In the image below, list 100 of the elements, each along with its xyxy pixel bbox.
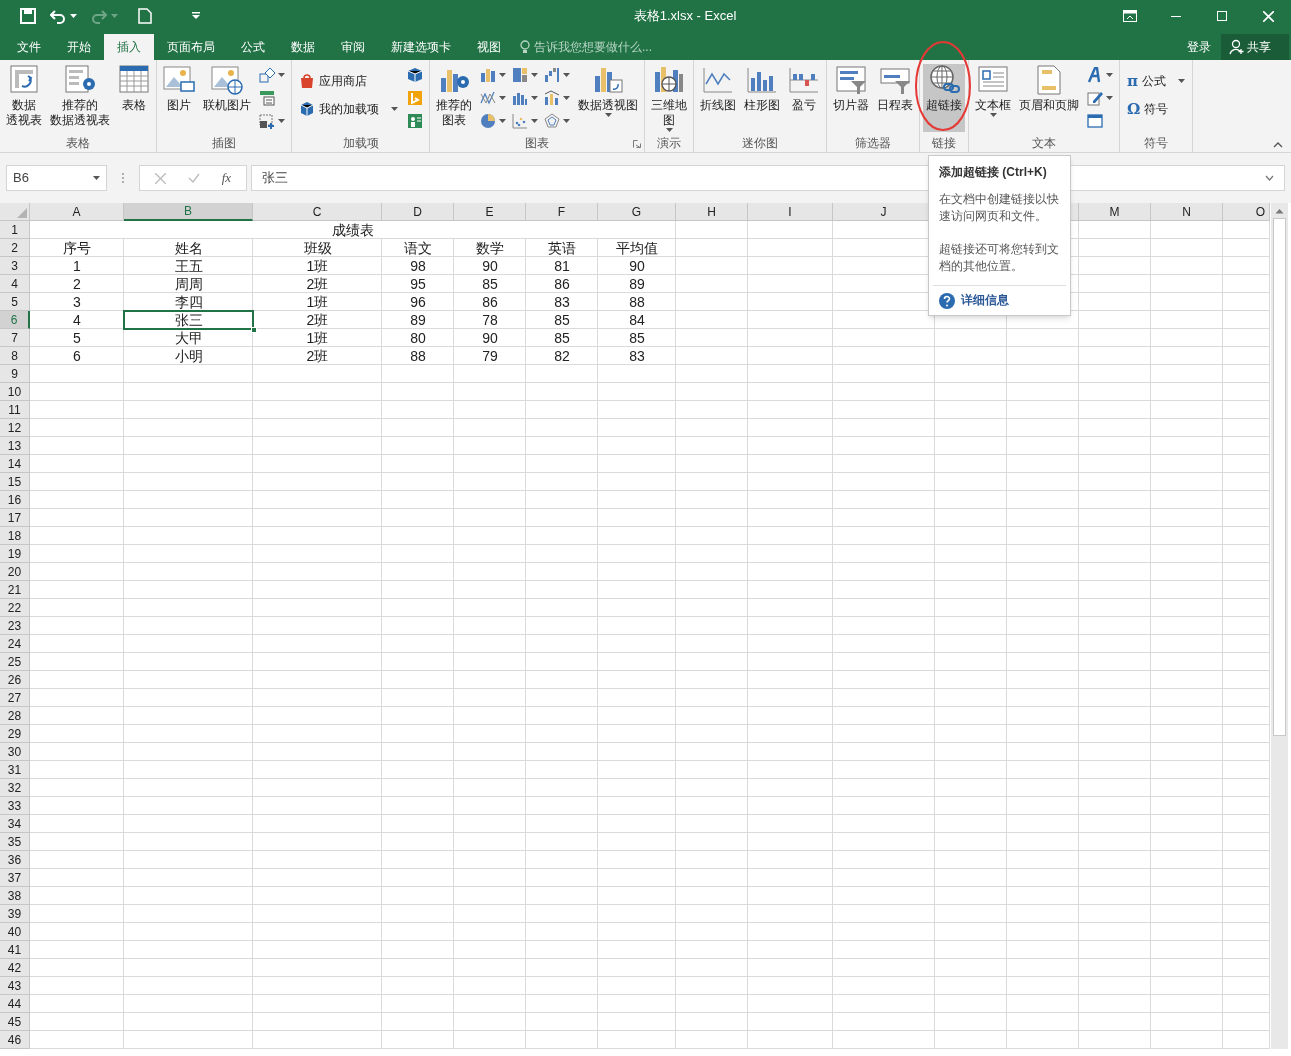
- column-header[interactable]: H: [676, 203, 748, 221]
- radar-chart-icon[interactable]: [544, 112, 560, 129]
- row-header[interactable]: 23: [0, 617, 30, 635]
- screenshot-icon[interactable]: [259, 112, 275, 129]
- slicer-icon[interactable]: [835, 64, 867, 96]
- ribbon-button[interactable]: 图片: [160, 64, 198, 132]
- ribbon-button[interactable]: 三维地 图: [648, 64, 690, 132]
- column-header[interactable]: C: [253, 203, 382, 221]
- row-header[interactable]: 29: [0, 725, 30, 743]
- ribbon-display-options-icon[interactable]: [1123, 10, 1137, 22]
- table-cell[interactable]: 4: [30, 311, 124, 329]
- ribbon-button[interactable]: 切片器: [830, 64, 872, 132]
- row-header[interactable]: 32: [0, 779, 30, 797]
- caret-icon[interactable]: [70, 14, 77, 18]
- table-cell[interactable]: 1班: [253, 293, 382, 311]
- row-header[interactable]: 43: [0, 977, 30, 995]
- row-header[interactable]: 26: [0, 671, 30, 689]
- table-cell[interactable]: 81: [526, 257, 598, 275]
- table-cell[interactable]: 95: [382, 275, 454, 293]
- ribbon-button[interactable]: π 公式: [1125, 70, 1187, 92]
- table-cell[interactable]: 88: [598, 293, 676, 311]
- table-cell[interactable]: 89: [382, 311, 454, 329]
- row-header[interactable]: 19: [0, 545, 30, 563]
- table-cell[interactable]: 78: [454, 311, 526, 329]
- combo-chart-icon[interactable]: [544, 89, 560, 106]
- row-header[interactable]: 20: [0, 563, 30, 581]
- shapes-icon[interactable]: [259, 66, 275, 83]
- table-cell[interactable]: 86: [454, 293, 526, 311]
- ribbon-button[interactable]: 柱形图: [741, 64, 783, 132]
- row-header[interactable]: 39: [0, 905, 30, 923]
- caret-icon[interactable]: [665, 128, 673, 132]
- row-header[interactable]: 42: [0, 959, 30, 977]
- row-header[interactable]: 24: [0, 635, 30, 653]
- save-icon[interactable]: [20, 8, 36, 24]
- ribbon-button[interactable]: 盈亏: [785, 64, 823, 132]
- table-cell[interactable]: 85: [598, 329, 676, 347]
- row-header[interactable]: 41: [0, 941, 30, 959]
- caret-icon[interactable]: [499, 118, 506, 123]
- table-cell[interactable]: 2班: [253, 311, 382, 329]
- table-cell[interactable]: 小明: [124, 347, 253, 365]
- ribbon-button[interactable]: 我的加载项: [297, 98, 400, 120]
- people-chart-icon[interactable]: [407, 112, 423, 129]
- table-cell[interactable]: 85: [526, 311, 598, 329]
- recommended-pivot-icon[interactable]: [64, 64, 96, 96]
- table-cell[interactable]: 1班: [253, 329, 382, 347]
- row-header[interactable]: 13: [0, 437, 30, 455]
- row-header[interactable]: 11: [0, 401, 30, 419]
- row-header[interactable]: 22: [0, 599, 30, 617]
- table-cell[interactable]: 5: [30, 329, 124, 347]
- sign-in-button[interactable]: 登录: [1177, 34, 1221, 60]
- ribbon-tab[interactable]: 插入: [104, 34, 154, 60]
- column-header[interactable]: N: [1151, 203, 1223, 221]
- table-cell[interactable]: 1: [30, 257, 124, 275]
- caret-icon[interactable]: [391, 107, 398, 111]
- row-header[interactable]: 16: [0, 491, 30, 509]
- cube-icon[interactable]: [407, 66, 423, 83]
- ribbon-tab[interactable]: 文件: [4, 34, 54, 60]
- row-header[interactable]: 3: [0, 257, 30, 275]
- row-header[interactable]: 35: [0, 833, 30, 851]
- row-header[interactable]: 7: [0, 329, 30, 347]
- ribbon-button[interactable]: 推荐的 数据透视表: [47, 64, 113, 132]
- customize-icon[interactable]: [192, 12, 200, 20]
- table-cell[interactable]: 6: [30, 347, 124, 365]
- caret-icon[interactable]: [93, 176, 100, 180]
- scrollbar-thumb[interactable]: [1273, 218, 1286, 736]
- column-header[interactable]: G: [598, 203, 676, 221]
- table-cell[interactable]: 3: [30, 293, 124, 311]
- insert-function-button[interactable]: fx: [221, 168, 232, 188]
- table-cell[interactable]: 80: [382, 329, 454, 347]
- row-header[interactable]: 2: [0, 239, 30, 257]
- ribbon-tab[interactable]: 审阅: [328, 34, 378, 60]
- name-box[interactable]: B6: [6, 165, 107, 191]
- row-header[interactable]: 28: [0, 707, 30, 725]
- ribbon-tab[interactable]: 新建选项卡: [378, 34, 464, 60]
- ribbon-tab[interactable]: 页面布局: [154, 34, 228, 60]
- ribbon-button[interactable]: Ω 符号: [1125, 98, 1187, 120]
- table-cell[interactable]: 大甲: [124, 329, 253, 347]
- ribbon-button[interactable]: 超链接: [923, 64, 965, 132]
- table-cell[interactable]: 平均值: [598, 239, 676, 257]
- pivot-table-icon[interactable]: [8, 64, 40, 96]
- table-cell[interactable]: 85: [526, 329, 598, 347]
- row-header[interactable]: 37: [0, 869, 30, 887]
- table-cell[interactable]: 88: [382, 347, 454, 365]
- table-cell[interactable]: 96: [382, 293, 454, 311]
- expand-icon[interactable]: [1265, 175, 1274, 181]
- column-header[interactable]: D: [382, 203, 454, 221]
- hierarchy-chart-icon[interactable]: [512, 66, 528, 83]
- selected-cell[interactable]: 张三: [124, 311, 253, 329]
- row-header[interactable]: 25: [0, 653, 30, 671]
- table-cell[interactable]: 89: [598, 275, 676, 293]
- signature-icon[interactable]: [1087, 89, 1103, 106]
- row-header[interactable]: 8: [0, 347, 30, 365]
- row-header[interactable]: 1: [0, 221, 30, 239]
- caret-icon[interactable]: [531, 72, 538, 77]
- table-cell[interactable]: 英语: [526, 239, 598, 257]
- scroll-up-icon[interactable]: [1275, 208, 1284, 214]
- row-header[interactable]: 17: [0, 509, 30, 527]
- table-cell[interactable]: 2: [30, 275, 124, 293]
- ribbon-button[interactable]: 推荐的 图表: [433, 64, 475, 132]
- row-header[interactable]: 33: [0, 797, 30, 815]
